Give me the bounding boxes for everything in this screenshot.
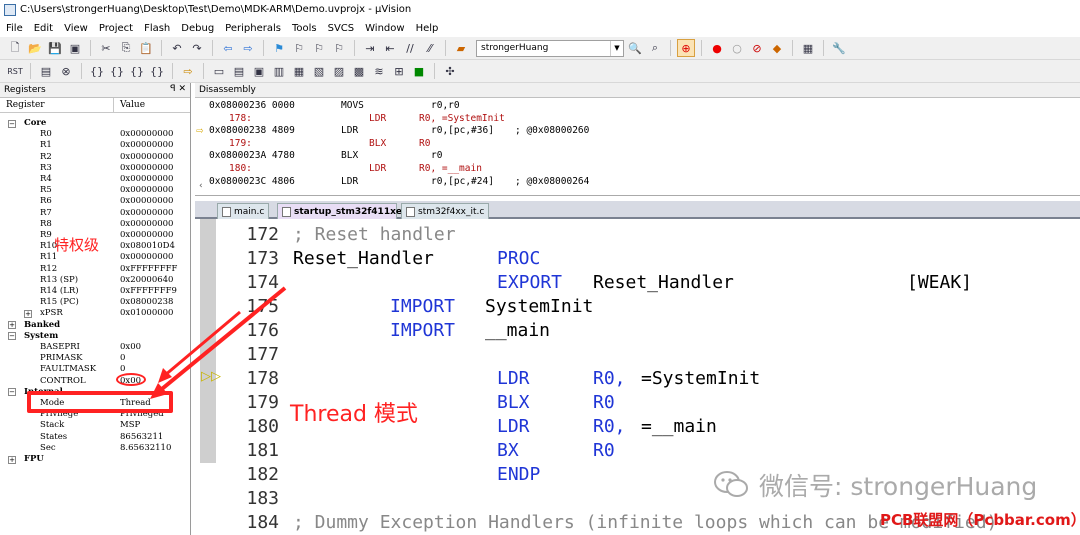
- wechat-icon: [713, 470, 749, 500]
- privilege-label: 特权级: [54, 236, 100, 254]
- annotation-arrows: [100, 248, 287, 399]
- privilege-arrow-line: [163, 310, 241, 378]
- thread-mode-label: Thread 模式: [290, 402, 418, 427]
- thread-arrow-line: [155, 286, 287, 395]
- wechat-watermark: 微信号: strongerHuang: [713, 467, 1037, 503]
- spacer: [100, 248, 180, 259]
- site-watermark: PCB联盟网（Pcbbar.com）: [880, 511, 1080, 529]
- wechat-id: 微信号: strongerHuang: [759, 472, 1038, 501]
